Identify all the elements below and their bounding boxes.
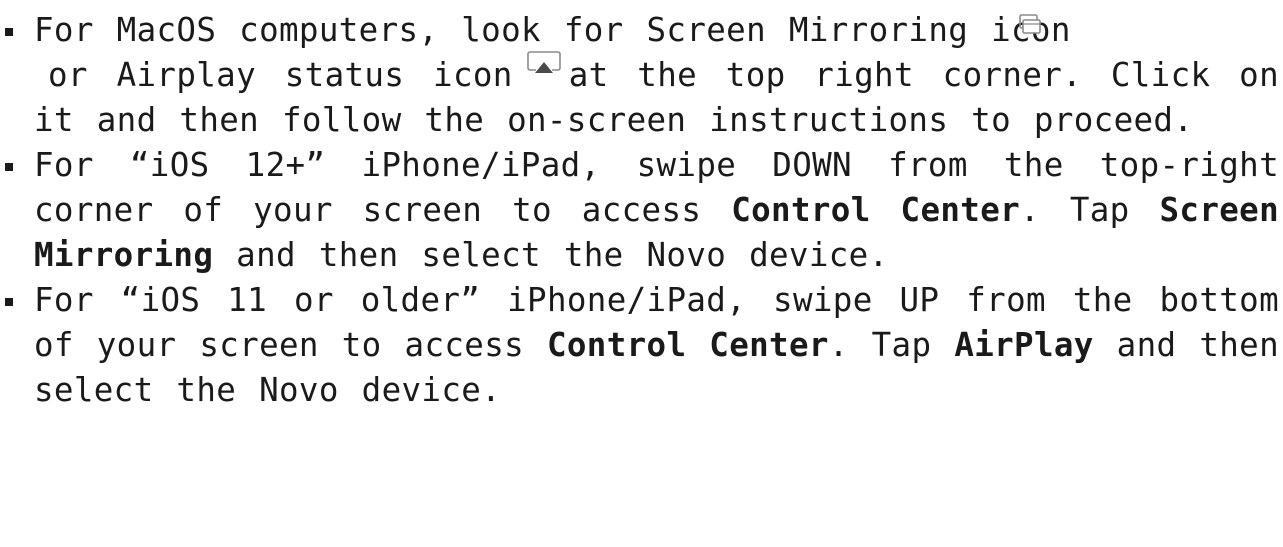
ios11-text-part2: . Tap — [828, 326, 955, 364]
macos-text-part1: For MacOS computers, look for Screen Mir… — [34, 11, 1071, 49]
ios12-text-part3: and then select the Novo device. — [213, 236, 889, 274]
control-center-label: Control Center — [546, 326, 829, 364]
ios12-text-part2: . Tap — [1020, 191, 1160, 229]
instruction-list: For MacOS computers, look for Screen Mir… — [0, 8, 1283, 413]
bullet-marker — [5, 298, 13, 306]
list-item-ios12: For “iOS 12+” iPhone/iPad, swipe DOWN fr… — [0, 143, 1283, 278]
list-item-ios11: For “iOS 11 or older” iPhone/iPad, swipe… — [0, 278, 1283, 413]
bullet-marker — [5, 163, 13, 171]
airplay-status-icon — [523, 51, 565, 98]
macos-text-part2: or Airplay status icon — [48, 56, 513, 94]
control-center-label: Control Center — [731, 191, 1021, 229]
bullet-marker — [5, 28, 13, 36]
list-item-macos: For MacOS computers, look for Screen Mir… — [0, 8, 1283, 143]
airplay-label: AirPlay — [954, 326, 1094, 364]
